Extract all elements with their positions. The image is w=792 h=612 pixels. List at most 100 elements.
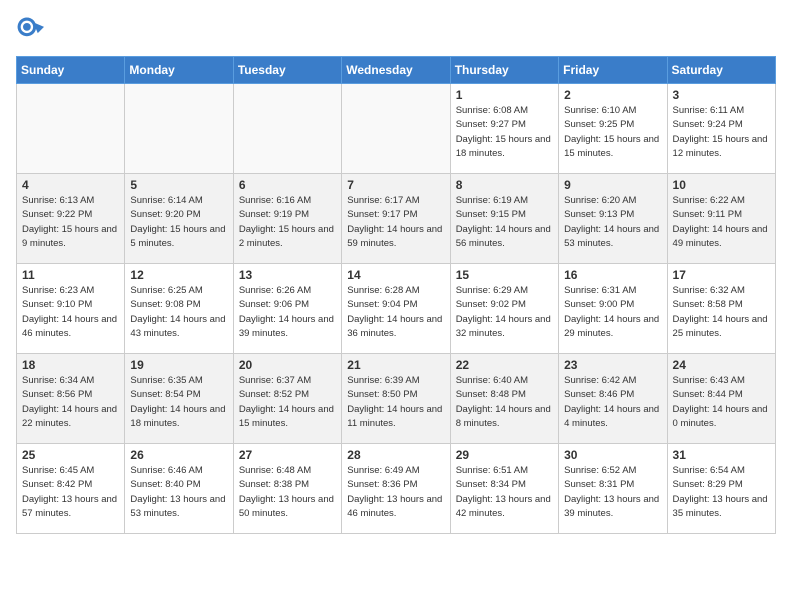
day-info: Sunrise: 6:26 AMSunset: 9:06 PMDaylight:…	[239, 284, 336, 341]
day-info: Sunrise: 6:29 AMSunset: 9:02 PMDaylight:…	[456, 284, 553, 341]
day-info: Sunrise: 6:42 AMSunset: 8:46 PMDaylight:…	[564, 374, 661, 431]
day-number: 28	[347, 448, 444, 462]
day-header-thursday: Thursday	[450, 57, 558, 84]
calendar-cell: 27Sunrise: 6:48 AMSunset: 8:38 PMDayligh…	[233, 444, 341, 534]
calendar-table: SundayMondayTuesdayWednesdayThursdayFrid…	[16, 56, 776, 534]
calendar-cell	[17, 84, 125, 174]
calendar-cell: 4 Sunrise: 6:13 AMSunset: 9:22 PMDaylight…	[17, 174, 125, 264]
logo-icon	[16, 16, 44, 44]
day-info: Sunrise: 6:19 AMSunset: 9:15 PMDaylight:…	[456, 194, 553, 251]
day-number: 1	[456, 88, 553, 102]
day-number: 7	[347, 178, 444, 192]
day-number: 10	[673, 178, 770, 192]
day-header-friday: Friday	[559, 57, 667, 84]
calendar-cell: 5Sunrise: 6:14 AMSunset: 9:20 PMDaylight…	[125, 174, 233, 264]
calendar-cell: 9 Sunrise: 6:20 AMSunset: 9:13 PMDaylight…	[559, 174, 667, 264]
day-info: Sunrise: 6:20 AMSunset: 9:13 PMDaylight:…	[564, 194, 661, 251]
day-info: Sunrise: 6:54 AMSunset: 8:29 PMDaylight:…	[673, 464, 770, 521]
day-header-wednesday: Wednesday	[342, 57, 450, 84]
day-number: 24	[673, 358, 770, 372]
calendar-week-1: 1 Sunrise: 6:08 AMSunset: 9:27 PMDaylight…	[17, 84, 776, 174]
calendar-cell	[342, 84, 450, 174]
day-header-monday: Monday	[125, 57, 233, 84]
calendar-cell: 25 Sunrise: 6:45 AMSunset: 8:42 PMDayligh…	[17, 444, 125, 534]
calendar-cell: 30 Sunrise: 6:52 AMSunset: 8:31 PMDayligh…	[559, 444, 667, 534]
calendar-cell: 31 Sunrise: 6:54 AMSunset: 8:29 PMDayligh…	[667, 444, 775, 534]
day-info: Sunrise: 6:35 AMSunset: 8:54 PMDaylight:…	[130, 374, 227, 431]
calendar-cell: 1 Sunrise: 6:08 AMSunset: 9:27 PMDaylight…	[450, 84, 558, 174]
day-number: 19	[130, 358, 227, 372]
day-info: Sunrise: 6:40 AMSunset: 8:48 PMDaylight:…	[456, 374, 553, 431]
day-number: 15	[456, 268, 553, 282]
calendar-week-3: 11Sunrise: 6:23 AMSunset: 9:10 PMDayligh…	[17, 264, 776, 354]
calendar-week-2: 4 Sunrise: 6:13 AMSunset: 9:22 PMDaylight…	[17, 174, 776, 264]
day-number: 13	[239, 268, 336, 282]
calendar-week-5: 25 Sunrise: 6:45 AMSunset: 8:42 PMDayligh…	[17, 444, 776, 534]
calendar-cell: 29Sunrise: 6:51 AMSunset: 8:34 PMDayligh…	[450, 444, 558, 534]
day-number: 20	[239, 358, 336, 372]
calendar-cell	[125, 84, 233, 174]
day-info: Sunrise: 6:28 AMSunset: 9:04 PMDaylight:…	[347, 284, 444, 341]
day-info: Sunrise: 6:22 AMSunset: 9:11 PMDaylight:…	[673, 194, 770, 251]
day-number: 25	[22, 448, 119, 462]
calendar-cell: 10 Sunrise: 6:22 AMSunset: 9:11 PMDayligh…	[667, 174, 775, 264]
calendar-cell: 2 Sunrise: 6:10 AMSunset: 9:25 PMDaylight…	[559, 84, 667, 174]
day-number: 12	[130, 268, 227, 282]
day-info: Sunrise: 6:52 AMSunset: 8:31 PMDaylight:…	[564, 464, 661, 521]
day-number: 18	[22, 358, 119, 372]
day-number: 27	[239, 448, 336, 462]
day-number: 17	[673, 268, 770, 282]
calendar-cell: 23 Sunrise: 6:42 AMSunset: 8:46 PMDayligh…	[559, 354, 667, 444]
calendar-cell: 17Sunrise: 6:32 AMSunset: 8:58 PMDayligh…	[667, 264, 775, 354]
day-number: 14	[347, 268, 444, 282]
logo	[16, 16, 48, 44]
day-number: 26	[130, 448, 227, 462]
day-number: 31	[673, 448, 770, 462]
day-number: 5	[130, 178, 227, 192]
day-header-tuesday: Tuesday	[233, 57, 341, 84]
day-number: 8	[456, 178, 553, 192]
day-number: 11	[22, 268, 119, 282]
day-info: Sunrise: 6:16 AMSunset: 9:19 PMDaylight:…	[239, 194, 336, 251]
calendar-cell: 21Sunrise: 6:39 AMSunset: 8:50 PMDayligh…	[342, 354, 450, 444]
calendar-cell: 19 Sunrise: 6:35 AMSunset: 8:54 PMDayligh…	[125, 354, 233, 444]
page-header	[16, 16, 776, 44]
calendar-week-4: 18 Sunrise: 6:34 AMSunset: 8:56 PMDayligh…	[17, 354, 776, 444]
calendar-cell: 3Sunrise: 6:11 AMSunset: 9:24 PMDaylight…	[667, 84, 775, 174]
calendar-cell: 16Sunrise: 6:31 AMSunset: 9:00 PMDayligh…	[559, 264, 667, 354]
day-info: Sunrise: 6:34 AMSunset: 8:56 PMDaylight:…	[22, 374, 119, 431]
calendar-cell: 28 Sunrise: 6:49 AMSunset: 8:36 PMDayligh…	[342, 444, 450, 534]
day-info: Sunrise: 6:37 AMSunset: 8:52 PMDaylight:…	[239, 374, 336, 431]
calendar-cell: 11Sunrise: 6:23 AMSunset: 9:10 PMDayligh…	[17, 264, 125, 354]
calendar-cell: 14 Sunrise: 6:28 AMSunset: 9:04 PMDayligh…	[342, 264, 450, 354]
calendar-cell: 20 Sunrise: 6:37 AMSunset: 8:52 PMDayligh…	[233, 354, 341, 444]
calendar-cell: 22 Sunrise: 6:40 AMSunset: 8:48 PMDayligh…	[450, 354, 558, 444]
day-info: Sunrise: 6:49 AMSunset: 8:36 PMDaylight:…	[347, 464, 444, 521]
day-number: 3	[673, 88, 770, 102]
day-number: 30	[564, 448, 661, 462]
day-number: 9	[564, 178, 661, 192]
day-number: 29	[456, 448, 553, 462]
day-number: 23	[564, 358, 661, 372]
day-number: 6	[239, 178, 336, 192]
day-info: Sunrise: 6:43 AMSunset: 8:44 PMDaylight:…	[673, 374, 770, 431]
day-info: Sunrise: 6:25 AMSunset: 9:08 PMDaylight:…	[130, 284, 227, 341]
day-number: 2	[564, 88, 661, 102]
calendar-cell: 26 Sunrise: 6:46 AMSunset: 8:40 PMDayligh…	[125, 444, 233, 534]
day-info: Sunrise: 6:45 AMSunset: 8:42 PMDaylight:…	[22, 464, 119, 521]
day-number: 22	[456, 358, 553, 372]
day-number: 4	[22, 178, 119, 192]
day-info: Sunrise: 6:08 AMSunset: 9:27 PMDaylight:…	[456, 104, 553, 161]
day-number: 21	[347, 358, 444, 372]
day-header-sunday: Sunday	[17, 57, 125, 84]
day-info: Sunrise: 6:13 AMSunset: 9:22 PMDaylight:…	[22, 194, 119, 251]
day-info: Sunrise: 6:46 AMSunset: 8:40 PMDaylight:…	[130, 464, 227, 521]
calendar-cell	[233, 84, 341, 174]
day-info: Sunrise: 6:17 AMSunset: 9:17 PMDaylight:…	[347, 194, 444, 251]
calendar-cell: 6 Sunrise: 6:16 AMSunset: 9:19 PMDaylight…	[233, 174, 341, 264]
calendar-cell: 13 Sunrise: 6:26 AMSunset: 9:06 PMDayligh…	[233, 264, 341, 354]
day-info: Sunrise: 6:10 AMSunset: 9:25 PMDaylight:…	[564, 104, 661, 161]
calendar-cell: 18 Sunrise: 6:34 AMSunset: 8:56 PMDayligh…	[17, 354, 125, 444]
calendar-header-row: SundayMondayTuesdayWednesdayThursdayFrid…	[17, 57, 776, 84]
calendar-cell: 24 Sunrise: 6:43 AMSunset: 8:44 PMDayligh…	[667, 354, 775, 444]
